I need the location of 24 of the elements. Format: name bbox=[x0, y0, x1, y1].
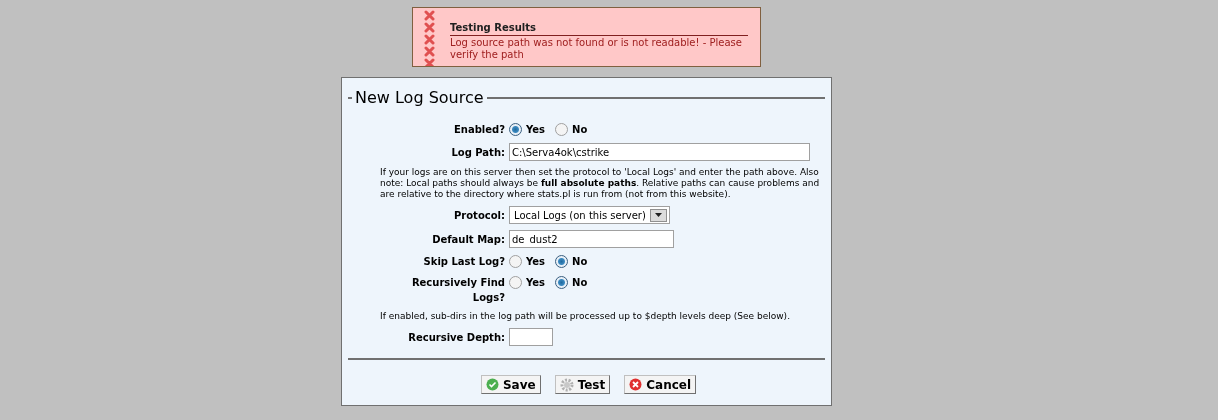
save-button[interactable]: Save bbox=[480, 375, 541, 394]
form-title: New Log Source bbox=[354, 87, 485, 109]
test-button[interactable]: Test bbox=[554, 375, 611, 394]
option-label: Yes bbox=[526, 123, 546, 137]
option-label: No bbox=[572, 123, 588, 137]
option-label: No bbox=[572, 255, 588, 269]
field-label: Default Map: bbox=[432, 233, 505, 245]
field-label: Enabled? bbox=[453, 124, 505, 135]
cancel-button[interactable]: Cancel bbox=[624, 375, 697, 394]
alert-title: Testing Results bbox=[450, 20, 748, 36]
text-field[interactable]: C:\Serva4ok\cstrike bbox=[509, 143, 810, 161]
alert-message: Log source path was not found or is not readable! - Please verify the path bbox=[450, 37, 743, 61]
option-label: Yes bbox=[526, 276, 546, 290]
option-label: Yes bbox=[526, 255, 546, 269]
text-field[interactable]: de_dust2 bbox=[509, 230, 674, 248]
protocol-dropdown[interactable]: Local Logs (on this server) bbox=[509, 206, 670, 224]
field-label: Log Path: bbox=[451, 146, 505, 158]
help-text: If enabled, sub-dirs in the log path will be processed up to $depth levels deep (See below). bbox=[380, 311, 791, 322]
field-label: Recursive Depth: bbox=[408, 331, 505, 343]
field-label: Recursively Find Logs? bbox=[411, 277, 505, 303]
field-label: Skip Last Log? bbox=[423, 256, 505, 267]
option-label: No bbox=[572, 276, 588, 290]
field-label: Protocol: bbox=[454, 209, 505, 221]
help-text: If your logs are on this server then set the protocol to 'Local Logs' and enter the path above. Also note: Local paths should always be full absolute paths. Relative paths can cause problems and are relative to the directory where stats.pl is run from (not from this website). bbox=[380, 167, 821, 200]
